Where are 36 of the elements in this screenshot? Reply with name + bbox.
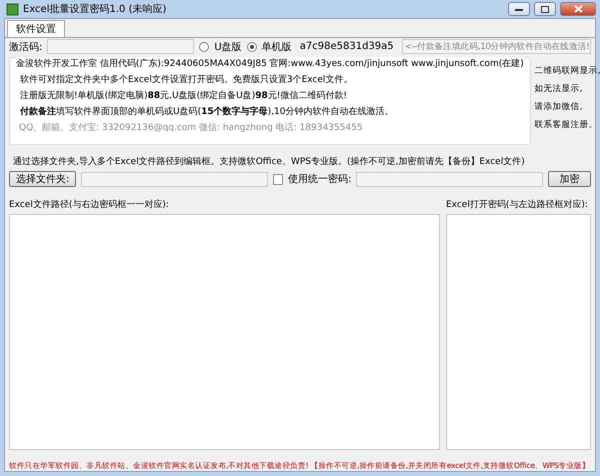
edition-radio[interactable] — [199, 42, 210, 52]
same-password-label: 使用统一密码: — [288, 172, 352, 186]
path-label: Excel文件路径(与右边密码框一一对应): — [9, 198, 170, 211]
machine-code: a7c98e5831d39a5 — [298, 41, 395, 52]
info-text: 付款备注填写软件界面顶部的单机码或U盘码(15个数字与字母),10分钟内软件自动在线激活。 — [18, 105, 394, 118]
maximize-icon — [541, 6, 549, 12]
activation-label: 激活码: — [9, 40, 42, 54]
hint-field: <--付款备注填此码,10分钟内软件自动在线激活! — [402, 39, 591, 54]
password-textarea[interactable] — [446, 214, 591, 450]
folder-button[interactable]: 选择文件夹: — [9, 171, 76, 187]
folder-field[interactable] — [81, 172, 268, 186]
batch-title: 通过选择文件夹,导入多个Excel文件路径到编辑框。支持微软Office、WPS专业版。(操作不可逆,加密前请先【备份】Excel文件) — [12, 156, 526, 168]
window-title: Excel批量设置密码1.0 (未响应) — [23, 2, 168, 16]
close-icon — [574, 5, 582, 13]
password-label: Excel打开密码(与左边路径框对应): — [446, 198, 589, 211]
maximize-button[interactable] — [534, 2, 556, 16]
activation-field[interactable] — [47, 39, 194, 54]
info-text: QQ、邮箱、支付宝: 332092136@qq.com 微信: hangzhong 电话: 18934355455 — [18, 122, 364, 134]
password-field[interactable] — [356, 172, 543, 186]
minimize-button[interactable] — [508, 2, 530, 16]
edition-label: U盘版 — [214, 40, 242, 54]
qr-note: 二维码联网显示, — [534, 65, 600, 77]
info-text: 软件可对指定文件夹中多个Excel文件设置打开密码。免费版只设置3个Excel文件。 — [19, 74, 354, 86]
qr-note: 联系客服注册。 — [534, 119, 599, 131]
same-password-checkbox[interactable] — [272, 174, 284, 184]
app-icon — [6, 2, 19, 16]
encrypt-button[interactable]: 加密 — [548, 171, 591, 187]
edition-radio[interactable] — [246, 42, 257, 52]
info-text: 注册版无限制!单机版(绑定电脑)88元,U盘版(绑定自备U盘)98元!微信二维码付款! — [19, 90, 348, 102]
qr-note: 如无法显示, — [534, 83, 584, 95]
minimize-icon — [515, 7, 523, 11]
tab[interactable]: 软件设置 — [7, 20, 65, 37]
info-title: 金浚软件开发工作室 信用代码(广东):92440605MA4X049J85 官网:www.43yes.com/jinjunsoft www.jinjunsoft.com(在建) — [16, 57, 524, 70]
edition-label: 单机版 — [262, 40, 292, 54]
close-button[interactable] — [560, 2, 596, 16]
qr-note: 请添加微信, — [534, 101, 584, 113]
